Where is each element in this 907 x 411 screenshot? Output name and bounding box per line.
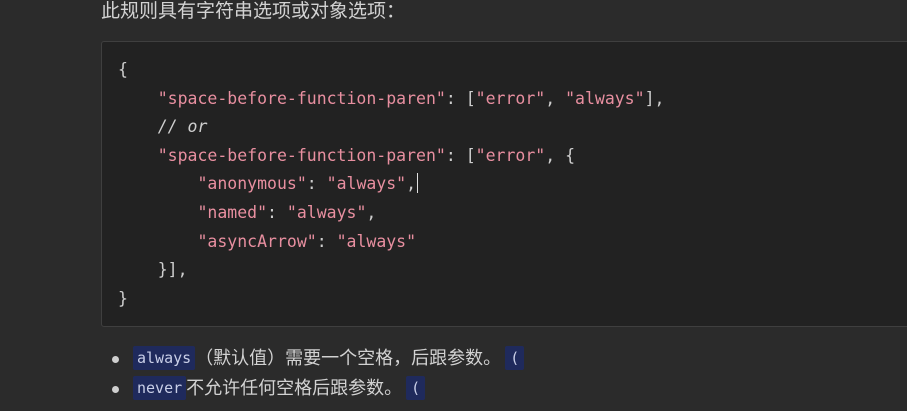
code-line-8: }], [118,256,664,285]
code-line-3: // or [118,113,664,142]
code-token: "asyncArrow" [197,231,317,251]
code-line-7: "asyncArrow": "always" [118,228,664,257]
code-line-6: "named": "always", [118,199,664,228]
code-token: , { [545,145,576,165]
list-item-text: never 不允许任何空格后跟参数。( [133,374,426,404]
code-token: : [ [445,145,476,165]
inline-code-always: always [133,346,196,370]
code-token: : [ [445,88,476,108]
code-line-4: "space-before-function-paren": ["error",… [118,142,664,171]
code-line-9: } [118,285,664,314]
code-token: }], [157,260,188,280]
code-token: "always" [336,231,417,251]
code-token: "space-before-function-paren" [157,145,446,165]
inline-code-never: never [133,376,187,400]
code-token: "always" [326,174,407,194]
code-token: "always" [286,202,367,222]
code-token: , [406,174,417,194]
list-item-description: 不允许任何空格后跟参数。 [186,378,403,399]
code-token: "named" [197,202,268,222]
code-block[interactable]: { "space-before-function-paren": ["error… [101,41,907,327]
code-token: "space-before-function-paren" [157,88,446,108]
code-token: , [366,202,377,222]
code-token: ], [644,88,665,108]
code-token: } [118,288,128,308]
code-token: : [316,231,337,251]
code-token: "error" [475,145,546,165]
code-token: { [118,60,128,79]
list-item-description: （默认值）需要一个空格，后跟参数。 [195,348,502,369]
code-line-2: "space-before-function-paren": ["error",… [118,85,665,114]
inline-code-paren: ( [505,346,525,370]
inline-code-paren: ( [406,376,426,400]
code-line-1: { [118,56,664,85]
code-token: , [545,88,566,108]
code-token: "anonymous" [197,174,307,194]
code-line-5: "anonymous": "always", [118,170,664,199]
code-token: : [306,174,327,194]
code-token: "error" [475,88,546,108]
code-token: : [267,202,287,222]
code-comment: // or [157,117,208,137]
bullet-icon [112,356,119,363]
bullet-icon [112,386,119,393]
list-item-text: always （默认值）需要一个空格，后跟参数。( [133,344,525,374]
code-content[interactable]: { "space-before-function-paren": ["error… [118,56,664,313]
text-cursor [417,173,419,194]
code-token: "always" [565,88,645,108]
intro-text: 此规则具有字符串选项或对象选项： [101,0,406,22]
